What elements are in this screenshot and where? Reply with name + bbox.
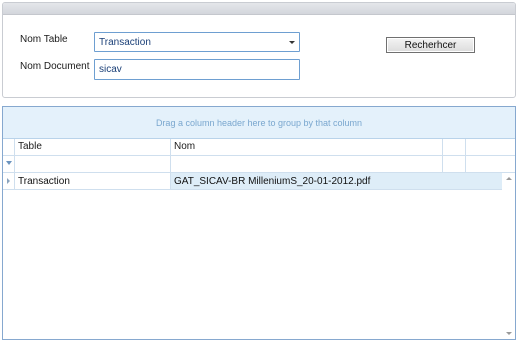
column-separator (170, 173, 171, 189)
scroll-down-icon[interactable] (506, 332, 512, 335)
column-separator (442, 156, 443, 172)
panel-header-strip (3, 3, 515, 15)
search-panel: Nom Table Transaction Nom Document Reche… (2, 2, 516, 98)
grid-filter-row (3, 156, 515, 173)
search-button[interactable]: Recherhcer (386, 37, 475, 53)
results-grid: Drag a column header here to group by th… (2, 106, 516, 340)
table-name-label: Nom Table (20, 34, 68, 45)
column-separator (14, 173, 15, 189)
vertical-scrollbar[interactable] (502, 173, 515, 339)
row-table-cell[interactable]: Transaction (18, 176, 70, 187)
column-header-table[interactable]: Table (15, 139, 170, 155)
filter-icon[interactable] (6, 161, 12, 165)
grid-header-row: Table Nom (3, 139, 515, 156)
filter-cell-nom[interactable] (171, 156, 442, 172)
row-indicator-icon (7, 178, 10, 184)
column-separator[interactable] (465, 139, 466, 155)
column-header-nom[interactable]: Nom (171, 139, 442, 155)
table-row[interactable]: Transaction GAT_SICAV-BR MilleniumS_20-0… (3, 173, 515, 190)
column-header-nom-label: Nom (174, 141, 196, 152)
table-name-value: Transaction (99, 37, 151, 48)
filter-cell-table[interactable] (15, 156, 170, 172)
group-by-panel[interactable]: Drag a column header here to group by th… (3, 107, 515, 139)
column-header-table-label: Table (18, 141, 42, 152)
document-name-input[interactable] (94, 59, 300, 80)
group-by-hint: Drag a column header here to group by th… (155, 117, 363, 128)
table-name-combobox[interactable]: Transaction (94, 32, 300, 52)
column-header-empty[interactable] (443, 139, 465, 155)
column-separator (465, 156, 466, 172)
document-name-label: Nom Document (20, 61, 90, 72)
row-nom-cell[interactable]: GAT_SICAV-BR MilleniumS_20-01-2012.pdf (174, 176, 370, 187)
scroll-up-icon[interactable] (506, 177, 512, 180)
chevron-down-icon[interactable] (285, 33, 299, 51)
